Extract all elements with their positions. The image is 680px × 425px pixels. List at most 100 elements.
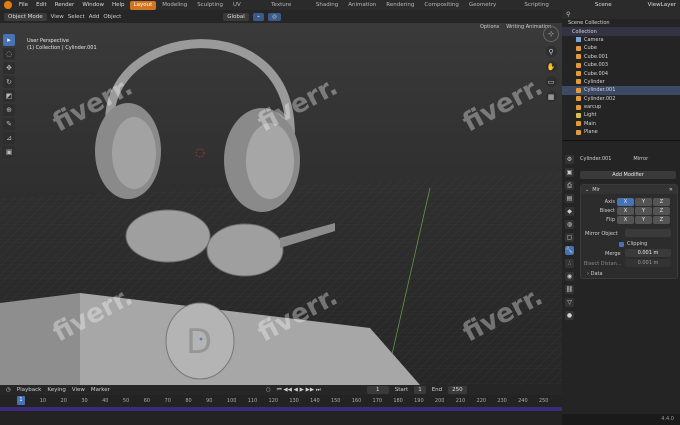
orientation-select[interactable]: Global: [223, 12, 249, 21]
clipping-checkbox[interactable]: [619, 241, 624, 247]
outliner-item-cylinder-001[interactable]: Cylinder.001: [562, 86, 680, 95]
outliner-item-cube-003[interactable]: Cube.003: [562, 61, 680, 69]
render-tab-icon[interactable]: ▣: [565, 168, 574, 177]
flip-x-toggle[interactable]: X: [617, 216, 634, 224]
scene-tab-icon[interactable]: ◆: [565, 207, 574, 216]
collapse-chevron-icon[interactable]: ⌄: [585, 187, 589, 193]
close-icon[interactable]: ✕: [669, 187, 673, 193]
outliner-item-light[interactable]: Light: [562, 111, 680, 119]
start-frame-field[interactable]: 1: [414, 386, 426, 394]
menu-edit[interactable]: Edit: [33, 2, 50, 8]
outliner-item-plane[interactable]: Plane: [562, 128, 680, 136]
tab-compositing[interactable]: Compositing: [420, 1, 462, 10]
tab-geometry-nodes[interactable]: Geometry Nodes: [465, 1, 518, 17]
zoom-icon[interactable]: ⚲: [545, 46, 557, 57]
outliner-item-main[interactable]: Main: [562, 120, 680, 128]
outliner-item-earcup[interactable]: earcup: [562, 103, 680, 111]
snap-toggle[interactable]: ⌁: [252, 12, 265, 21]
tab-rendering[interactable]: Rendering: [382, 1, 418, 10]
scene-selector[interactable]: Scene: [591, 1, 616, 10]
modifier-tab-icon[interactable]: 🔧: [565, 246, 574, 255]
menu-add[interactable]: Add: [89, 14, 100, 20]
tab-modeling[interactable]: Modeling: [158, 1, 191, 10]
menu-help[interactable]: Help: [109, 2, 128, 8]
keying-menu[interactable]: Keying: [47, 387, 65, 393]
move-icon[interactable]: ✥: [3, 62, 15, 74]
outliner-item-cube-001[interactable]: Cube.001: [562, 53, 680, 61]
tab-scripting[interactable]: Scripting: [520, 1, 552, 10]
tab-texture-paint[interactable]: Texture Paint: [267, 1, 310, 17]
physics-tab-icon[interactable]: ◉: [565, 272, 574, 281]
modifier-name-field[interactable]: Mir: [592, 187, 600, 193]
cursor-icon[interactable]: ◌: [3, 48, 15, 60]
camera-view-icon[interactable]: ▭: [545, 76, 557, 87]
merge-distance-field[interactable]: 0.001 m: [625, 249, 671, 257]
particles-tab-icon[interactable]: ∴: [565, 259, 574, 268]
axis-x-toggle[interactable]: X: [617, 198, 634, 206]
select-box-icon[interactable]: ▸: [3, 34, 15, 46]
bisect-z-toggle[interactable]: Z: [653, 207, 670, 215]
outliner-item-cylinder-002[interactable]: Cylinder.002: [562, 95, 680, 103]
mirror-object-field[interactable]: [625, 229, 671, 237]
axis-z-toggle[interactable]: Z: [653, 198, 670, 206]
outliner-item-camera[interactable]: Camera: [562, 36, 680, 44]
bisect-y-toggle[interactable]: Y: [635, 207, 652, 215]
axis-y-toggle[interactable]: Y: [635, 198, 652, 206]
outliner-item-cube[interactable]: Cube: [562, 44, 680, 52]
tab-sculpting[interactable]: Sculpting: [193, 1, 227, 10]
tab-shading[interactable]: Shading: [312, 1, 342, 10]
scale-icon[interactable]: ◩: [3, 90, 15, 102]
bisect-x-toggle[interactable]: X: [617, 207, 634, 215]
timeline-scrub-area[interactable]: [0, 407, 562, 411]
menu-view[interactable]: View: [51, 14, 64, 20]
playhead[interactable]: 1: [17, 396, 25, 405]
outliner-collection[interactable]: Collection: [562, 27, 680, 36]
data-tab-icon[interactable]: ▽: [565, 298, 574, 307]
add-cube-icon[interactable]: ▣: [3, 146, 15, 158]
data-subpanel[interactable]: › Data: [587, 271, 603, 277]
playback-menu[interactable]: Playback: [17, 387, 42, 393]
constraints-tab-icon[interactable]: ⛓: [565, 285, 574, 294]
end-frame-field[interactable]: 250: [448, 386, 467, 394]
view-layer-selector[interactable]: ViewLayer: [644, 1, 680, 10]
world-tab-icon[interactable]: ◍: [565, 220, 574, 229]
mode-select[interactable]: Object Mode: [4, 12, 47, 21]
marker-menu[interactable]: Marker: [91, 387, 110, 393]
menu-window[interactable]: Window: [79, 2, 107, 8]
timeline-ruler[interactable]: 1102030405060708090100110120130140150160…: [0, 396, 562, 406]
outliner-filter-icon[interactable]: ⚲: [566, 11, 570, 18]
object-tab-icon[interactable]: ▢: [565, 233, 574, 242]
tab-uv-editing[interactable]: UV Editing: [229, 1, 265, 17]
axis-gizmo[interactable]: ⊹: [543, 26, 559, 42]
outliner-item-cube-004[interactable]: Cube.004: [562, 69, 680, 77]
menu-object[interactable]: Object: [103, 14, 121, 20]
timeline-view-menu[interactable]: View: [72, 387, 85, 393]
flip-z-toggle[interactable]: Z: [653, 216, 670, 224]
bisect-distance-field[interactable]: 0.001 m: [625, 259, 671, 267]
tab-layout[interactable]: Layout: [129, 0, 157, 10]
flip-y-toggle[interactable]: Y: [635, 216, 652, 224]
output-tab-icon[interactable]: ⎙: [565, 181, 574, 190]
record-icon[interactable]: ○: [266, 387, 271, 393]
blender-logo-icon[interactable]: [4, 1, 12, 9]
timeline-clock-icon[interactable]: ◷: [6, 387, 11, 393]
add-modifier-button[interactable]: Add Modifier: [580, 171, 676, 179]
measure-icon[interactable]: ⊿: [3, 132, 15, 144]
current-frame-field[interactable]: 1: [366, 386, 389, 394]
pan-hand-icon[interactable]: ✋: [545, 61, 557, 72]
playback-controls[interactable]: ⏮ ◀◀ ◀ ▶ ▶▶ ⏭: [277, 387, 321, 394]
perspective-toggle-icon[interactable]: ▦: [545, 91, 557, 102]
outliner-item-cylinder[interactable]: Cylinder: [562, 78, 680, 86]
options-menu[interactable]: Options: [480, 24, 499, 30]
material-tab-icon[interactable]: ●: [565, 311, 574, 320]
rotate-icon[interactable]: ↻: [3, 76, 15, 88]
menu-select[interactable]: Select: [68, 14, 85, 20]
outliner-scene-collection[interactable]: Scene Collection: [562, 19, 680, 27]
annotate-icon[interactable]: ✎: [3, 118, 15, 130]
tab-animation[interactable]: Animation: [344, 1, 380, 10]
menu-file[interactable]: File: [16, 2, 31, 8]
menu-render[interactable]: Render: [52, 2, 78, 8]
transform-icon[interactable]: ⊕: [3, 104, 15, 116]
tool-tab-icon[interactable]: ⚙: [565, 155, 574, 164]
view-layer-tab-icon[interactable]: ▤: [565, 194, 574, 203]
